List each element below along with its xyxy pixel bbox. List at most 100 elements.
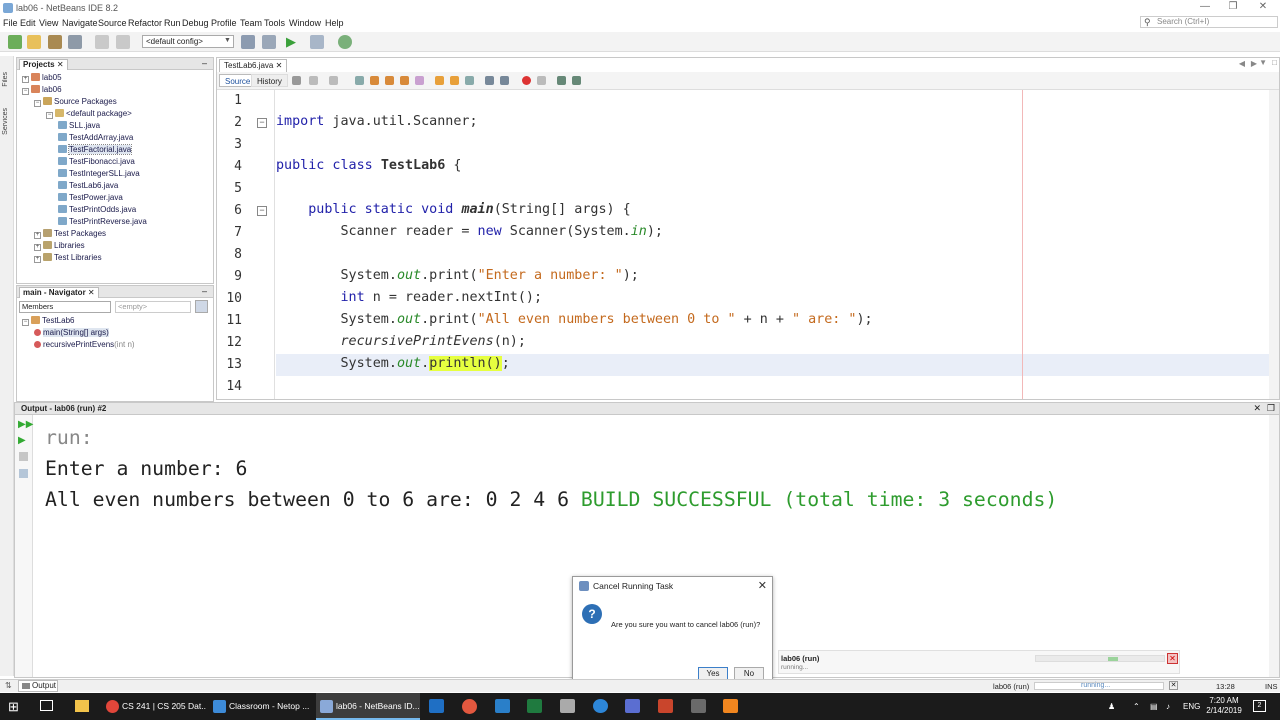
people-icon[interactable]: ♟ (1108, 693, 1115, 720)
vscode-icon[interactable] (495, 699, 510, 713)
find-next-icon[interactable] (385, 76, 394, 85)
powerpoint-icon[interactable] (658, 699, 673, 713)
windows-start-icon[interactable]: ⊞ (8, 700, 19, 713)
expand-toggle-icon[interactable]: − (22, 88, 29, 95)
menu-window[interactable]: Window (289, 18, 321, 28)
taskbar-app[interactable]: Classroom - Netop ... (209, 693, 313, 720)
project-tree-item[interactable]: TestAddArray.java (58, 133, 133, 142)
app-icon[interactable] (625, 699, 640, 713)
app-icon[interactable] (462, 699, 477, 714)
tab-navigator[interactable]: main - Navigator ✕ (19, 287, 99, 298)
edge-icon[interactable] (593, 699, 608, 713)
shift-left-icon[interactable] (485, 76, 494, 85)
filter-select[interactable]: <empty> (115, 301, 191, 313)
taskbar-app[interactable]: lab06 - NetBeans ID... (316, 693, 420, 720)
filter-options-icon[interactable] (195, 300, 208, 313)
expand-toggle-icon[interactable]: + (34, 256, 41, 263)
maximize-icon[interactable]: □ (1272, 58, 1277, 67)
project-tree-item[interactable]: TestLab6.java (58, 181, 118, 190)
comment-icon[interactable] (557, 76, 566, 85)
show-opened-docs-icon[interactable]: ▼ (1259, 58, 1267, 67)
forward-icon[interactable] (329, 76, 338, 85)
status-progress-bar[interactable]: running... (1034, 682, 1164, 690)
expand-toggle-icon[interactable]: + (22, 76, 29, 83)
file-explorer-icon[interactable] (75, 700, 89, 712)
minimize-panel-icon[interactable]: – (202, 58, 207, 68)
close-icon[interactable]: ✕ (88, 288, 95, 297)
redo-icon[interactable] (116, 35, 130, 49)
expand-toggle-icon[interactable]: + (34, 244, 41, 251)
menu-run[interactable]: Run (164, 18, 181, 28)
navigator-item[interactable]: main(String[] args) (34, 328, 109, 337)
navigator-item[interactable]: − TestLab6 (22, 316, 74, 326)
find-prev-icon[interactable] (370, 76, 379, 85)
next-bookmark-icon[interactable] (450, 76, 459, 85)
expand-toggle-icon[interactable]: − (22, 319, 29, 326)
restore-icon[interactable]: ❐ (1267, 403, 1275, 414)
profile-icon[interactable] (338, 35, 352, 49)
expand-toggle-icon[interactable]: + (34, 232, 41, 239)
search-input[interactable]: Search (Ctrl+I) (1140, 16, 1278, 28)
tab-testlab6-java[interactable]: TestLab6.java ✕ (219, 59, 288, 72)
services-tab[interactable]: Services (2, 108, 9, 135)
rerun-icon[interactable]: ▶▶ (18, 419, 33, 430)
clean-build-icon[interactable] (262, 35, 276, 49)
new-file-icon[interactable] (27, 35, 41, 49)
last-edit-icon[interactable] (292, 76, 301, 85)
toggle-highlight-icon[interactable] (400, 76, 409, 85)
cancel-small-icon[interactable]: ✕ (1169, 681, 1178, 690)
menu-help[interactable]: Help (325, 18, 344, 28)
selection-icon[interactable] (415, 76, 424, 85)
stop-macro-icon[interactable] (537, 76, 546, 85)
menu-team[interactable]: Team (240, 18, 262, 28)
language-indicator[interactable]: ENG (1183, 693, 1200, 720)
close-icon[interactable]: ✕ (1253, 403, 1261, 414)
menu-view[interactable]: View (39, 18, 58, 28)
close-window-button[interactable]: ✕ (1248, 1, 1278, 12)
menu-refactor[interactable]: Refactor (128, 18, 162, 28)
taskbar-app[interactable]: CS 241 | CS 205 Dat... (102, 693, 206, 720)
outlook-icon[interactable] (429, 699, 444, 713)
sublime-icon[interactable] (723, 699, 738, 713)
project-tree-item[interactable]: TestFactorial.java (58, 144, 133, 155)
output-scrollbar[interactable] (1269, 415, 1279, 677)
back-icon[interactable] (309, 76, 318, 85)
menu-debug[interactable]: Debug (182, 18, 209, 28)
project-tree-item[interactable]: TestPrintReverse.java (58, 217, 147, 226)
scroll-tabs-right-icon[interactable]: ▶ (1251, 59, 1257, 68)
members-select[interactable]: Members (19, 301, 111, 313)
debug-icon[interactable] (310, 35, 324, 49)
output-toggle-icon[interactable]: ⇅ (5, 681, 12, 690)
navigator-item[interactable]: recursivePrintEvens(int n) (34, 340, 135, 349)
save-all-icon[interactable] (68, 35, 82, 49)
notification-icon[interactable]: 2 (1253, 700, 1266, 712)
volume-icon[interactable]: ♪ (1166, 693, 1170, 720)
project-tree-item[interactable]: + Test Libraries (34, 253, 102, 263)
scroll-tabs-left-icon[interactable]: ◀ (1239, 59, 1245, 68)
menu-source[interactable]: Source (98, 18, 127, 28)
clock[interactable]: 7:20 AM 2/14/2019 (1204, 696, 1244, 716)
undo-icon[interactable] (95, 35, 109, 49)
close-icon[interactable]: ✕ (276, 61, 283, 70)
expand-toggle-icon[interactable]: − (34, 100, 41, 107)
minimize-panel-icon[interactable]: – (202, 286, 207, 296)
open-project-icon[interactable] (48, 35, 62, 49)
toggle-bookmark-icon[interactable] (465, 76, 474, 85)
calculator-icon[interactable] (560, 699, 575, 713)
menu-edit[interactable]: Edit (20, 18, 36, 28)
project-tree-item[interactable]: TestFibonacci.java (58, 157, 135, 166)
project-tree-item[interactable]: TestIntegerSLL.java (58, 169, 140, 178)
project-tree-item[interactable]: TestPower.java (58, 193, 123, 202)
chevron-up-icon[interactable]: ⌃ (1133, 693, 1140, 720)
tab-projects[interactable]: Projects ✕ (19, 59, 68, 70)
files-tab[interactable]: Files (2, 72, 9, 87)
project-tree-item[interactable]: − Source Packages (34, 97, 117, 107)
cancel-task-icon[interactable]: ✕ (1167, 653, 1178, 664)
uncomment-icon[interactable] (572, 76, 581, 85)
menu-profile[interactable]: Profile (211, 18, 237, 28)
project-tree-item[interactable]: + Libraries (34, 241, 85, 251)
task-view-icon[interactable] (40, 700, 53, 711)
app-icon[interactable] (691, 699, 706, 713)
project-tree-item[interactable]: − <default package> (46, 109, 132, 119)
network-icon[interactable]: ▤ (1150, 693, 1158, 720)
